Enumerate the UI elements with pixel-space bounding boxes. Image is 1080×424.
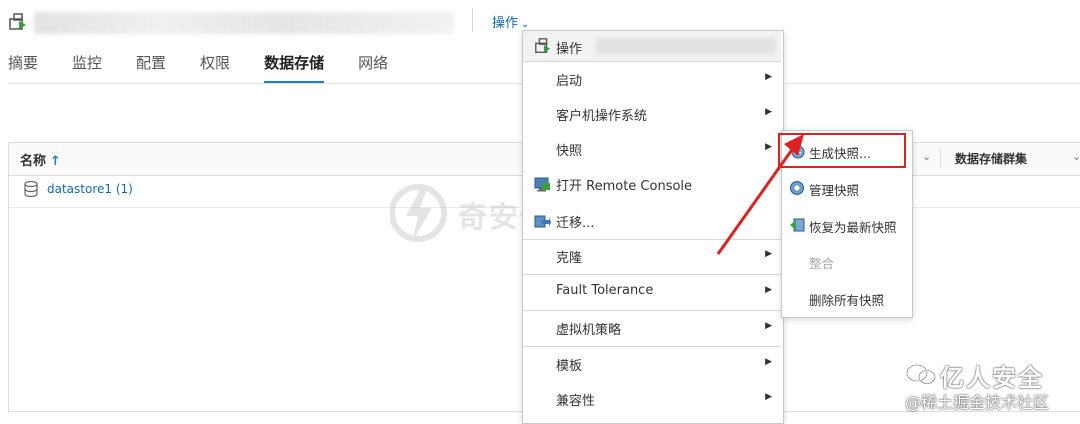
menu-item-label: 迁移... bbox=[556, 216, 595, 231]
menu-item-label: 快照 bbox=[556, 144, 583, 159]
header-divider bbox=[472, 8, 473, 32]
vm-name-redacted bbox=[34, 12, 454, 34]
vm-icon bbox=[9, 13, 26, 30]
menu-item-vm-policies[interactable]: 虚拟机策略 ▶ bbox=[523, 313, 781, 343]
submenu-arrow-icon: ▶ bbox=[765, 392, 772, 402]
menu-header-label: 操作 bbox=[556, 42, 583, 57]
tab-monitor[interactable]: 监控 bbox=[72, 52, 102, 84]
menu-divider bbox=[523, 310, 781, 311]
menu-item-template[interactable]: 模板 ▶ bbox=[523, 349, 781, 379]
submenu-arrow-icon: ▶ bbox=[765, 285, 772, 295]
submenu-item-label: 管理快照 bbox=[809, 183, 860, 198]
vm-icon bbox=[535, 38, 551, 53]
column-name-label: 名称 bbox=[20, 154, 47, 169]
vm-name-redacted bbox=[596, 38, 776, 54]
submenu-arrow-icon: ▶ bbox=[765, 107, 772, 117]
menu-item-label: 克隆 bbox=[556, 251, 583, 266]
wechat-icon bbox=[906, 364, 936, 385]
tab-datastores[interactable]: 数据存储 bbox=[264, 52, 325, 84]
menu-item-label: 客户机操作系统 bbox=[556, 109, 648, 124]
watermark-brand: 亿人安全 bbox=[940, 364, 1044, 392]
menu-item-compatibility[interactable]: 兼容性 ▶ bbox=[523, 384, 781, 414]
sort-ascending-icon: ↑ bbox=[50, 154, 61, 169]
tab-configure[interactable]: 配置 bbox=[136, 52, 166, 84]
grid-border bbox=[8, 142, 9, 412]
datastore-link[interactable]: datastore1 (1) bbox=[47, 182, 133, 196]
menu-item-guest-os[interactable]: 客户机操作系统 ▶ bbox=[523, 99, 781, 129]
menu-item-label: Fault Tolerance bbox=[556, 283, 654, 298]
menu-divider bbox=[523, 346, 781, 347]
tab-networks[interactable]: 网络 bbox=[358, 52, 388, 84]
column-menu-chevron-icon[interactable]: ⌄ bbox=[1072, 150, 1080, 163]
watermark-source: @稀土掘金技术社区 bbox=[905, 393, 1050, 412]
actions-dropdown-button[interactable]: 操作 ⌄ bbox=[492, 12, 529, 31]
menu-item-label: 虚拟机策略 bbox=[556, 323, 622, 338]
column-header-name[interactable]: 名称 ↑ bbox=[20, 150, 61, 169]
migrate-icon bbox=[534, 215, 551, 228]
menu-divider bbox=[523, 274, 781, 275]
column-menu-chevron-icon[interactable]: ⌄ bbox=[922, 150, 931, 163]
lightning-logo-icon bbox=[390, 184, 447, 242]
actions-label: 操作 bbox=[492, 16, 519, 31]
column-divider[interactable] bbox=[940, 148, 941, 168]
menu-item-label: 兼容性 bbox=[556, 394, 596, 409]
menu-item-label: 打开 Remote Console bbox=[556, 179, 693, 194]
submenu-arrow-icon: ▶ bbox=[765, 321, 772, 331]
submenu-item-label: 整合 bbox=[809, 256, 835, 271]
menu-item-fault-tolerance[interactable]: Fault Tolerance ▶ bbox=[523, 277, 781, 307]
submenu-item-delete-all[interactable]: 删除所有快照 bbox=[782, 282, 910, 314]
menu-item-label: 启动 bbox=[556, 74, 583, 89]
remote-console-icon bbox=[534, 177, 550, 192]
menu-item-power[interactable]: 启动 ▶ bbox=[523, 64, 781, 94]
submenu-arrow-icon: ▶ bbox=[765, 72, 772, 82]
column-header-datastore-cluster[interactable]: 数据存储群集 bbox=[955, 150, 1027, 167]
menu-item-label: 模板 bbox=[556, 359, 583, 374]
submenu-item-label: 删除所有快照 bbox=[809, 293, 885, 308]
submenu-arrow-icon: ▶ bbox=[765, 357, 772, 367]
submenu-item-label: 恢复为最新快照 bbox=[809, 220, 897, 235]
tab-bar: 摘要 监控 配置 权限 数据存储 网络 bbox=[0, 52, 414, 84]
tab-permissions[interactable]: 权限 bbox=[200, 52, 230, 84]
tab-summary[interactable]: 摘要 bbox=[8, 52, 38, 84]
red-arrow-annotation bbox=[716, 134, 804, 255]
datastore-icon bbox=[24, 181, 38, 197]
chevron-down-icon: ⌄ bbox=[521, 19, 530, 30]
